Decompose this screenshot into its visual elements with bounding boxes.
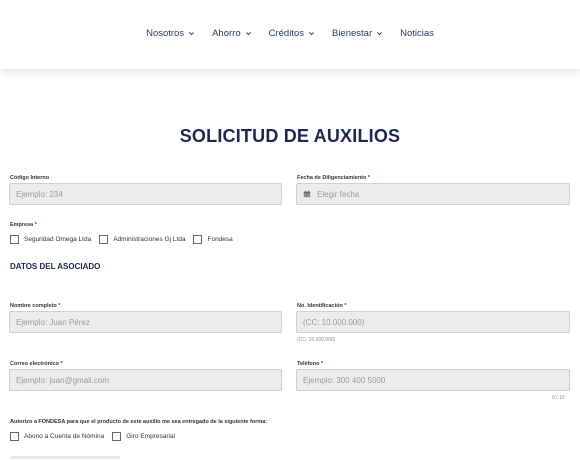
autorizo-options: Abono a Cuenta de Nómina Giro Empresaria… (10, 432, 175, 441)
option-label: Giro Empresarial (126, 433, 175, 440)
required-mark: * (344, 303, 347, 309)
fecha-label-text: Fecha de Diligenciamiento (297, 175, 367, 181)
checkbox[interactable] (10, 432, 19, 441)
option-label: Seguridad Omega Ltda (24, 236, 92, 243)
nav-creditos-label: Créditos (268, 28, 304, 39)
calendar-icon (303, 190, 311, 198)
codigo-label: Código Interno (10, 175, 49, 181)
nav-noticias-label: Noticias (400, 28, 434, 39)
next-section-cutoff (10, 456, 120, 459)
empresa-option-fondesa[interactable]: Fondesa (193, 235, 233, 244)
fecha-input[interactable]: Elegir fecha (296, 183, 570, 205)
empresa-label-text: Empresa (10, 222, 34, 228)
option-label: Administraciones Gj Ltda (113, 236, 186, 243)
chevron-down-icon (308, 30, 315, 37)
nav-nosotros[interactable]: Nosotros (146, 28, 195, 39)
nav-bienestar[interactable]: Bienestar (332, 28, 383, 39)
nav-nosotros-label: Nosotros (146, 28, 185, 39)
required-mark: * (321, 361, 324, 367)
nombre-label-text: Nombre completo (10, 303, 57, 309)
required-mark: * (367, 175, 371, 181)
empresa-option-omega[interactable]: Seguridad Omega Ltda (10, 235, 91, 244)
telefono-input[interactable]: Ejemplo: 300 400 5000 (296, 369, 570, 391)
identificacion-input[interactable]: (CC: 10.000.000) (296, 311, 570, 333)
identificacion-hint: (CC: 10.000.000) (297, 337, 336, 343)
chevron-down-icon (188, 30, 195, 37)
nav-bienestar-label: Bienestar (331, 28, 373, 39)
fecha-placeholder: Elegir fecha (317, 189, 360, 199)
correo-label-text: Correo electrónico (10, 361, 59, 367)
chevron-down-icon (245, 30, 252, 37)
empresa-options: Seguridad Omega Ltda Administraciones Gj… (10, 235, 233, 244)
identificacion-placeholder: (CC: 10.000.000) (303, 317, 365, 327)
correo-input[interactable]: Ejemplo: juan@gmail.com (9, 369, 282, 391)
identificacion-label: No. Identificación * (297, 303, 347, 309)
telefono-label-text: Teléfono (297, 361, 320, 367)
required-mark: * (34, 222, 37, 228)
top-header: Nosotros Ahorro Créditos Bienestar Notic… (0, 0, 580, 69)
identificacion-label-text: No. Identificación (297, 303, 343, 309)
nav-ahorro[interactable]: Ahorro (212, 28, 252, 39)
option-label: Abono a Cuenta de Nómina (24, 433, 105, 440)
codigo-label-text: Código Interno (10, 175, 50, 181)
nav-ahorro-label: Ahorro (212, 28, 241, 39)
page-title: SOLICITUD DE AUXILIOS (179, 126, 401, 146)
option-label: Fondesa (207, 236, 233, 243)
telefono-char-counter: 0 / 10 (552, 395, 565, 401)
required-mark: * (60, 361, 63, 367)
required-mark: * (58, 303, 61, 309)
autorizo-label: Autorizo a FONDESA para que el producto … (10, 419, 268, 425)
chevron-down-icon (376, 30, 383, 37)
nombre-input[interactable]: Ejemplo: Juan Pérez (9, 311, 282, 333)
empresa-label: Empresa * (10, 222, 37, 228)
codigo-placeholder: Ejemplo: 234 (16, 189, 63, 199)
correo-placeholder: Ejemplo: juan@gmail.com (16, 375, 110, 385)
autorizo-option-giro[interactable]: Giro Empresarial (112, 432, 175, 441)
telefono-label: Teléfono * (297, 361, 323, 367)
main-nav: Nosotros Ahorro Créditos Bienestar Notic… (0, 28, 580, 39)
nombre-label: Nombre completo * (10, 303, 60, 309)
fecha-label: Fecha de Diligenciamiento * (297, 175, 370, 181)
nav-noticias[interactable]: Noticias (400, 28, 434, 39)
checkbox[interactable] (10, 235, 19, 244)
telefono-placeholder: Ejemplo: 300 400 5000 (303, 375, 386, 385)
codigo-input[interactable]: Ejemplo: 234 (9, 183, 282, 205)
empresa-option-gj[interactable]: Administraciones Gj Ltda (99, 235, 185, 244)
nav-creditos[interactable]: Créditos (269, 28, 315, 39)
section-datos-asociado: DATOS DEL ASOCIADO (10, 262, 101, 271)
checkbox[interactable] (193, 235, 203, 244)
autorizo-option-abono[interactable]: Abono a Cuenta de Nómina (10, 432, 104, 441)
nombre-placeholder: Ejemplo: Juan Pérez (16, 317, 90, 327)
checkbox[interactable] (99, 235, 109, 244)
checkbox[interactable] (112, 432, 122, 441)
correo-label: Correo electrónico * (10, 361, 63, 367)
